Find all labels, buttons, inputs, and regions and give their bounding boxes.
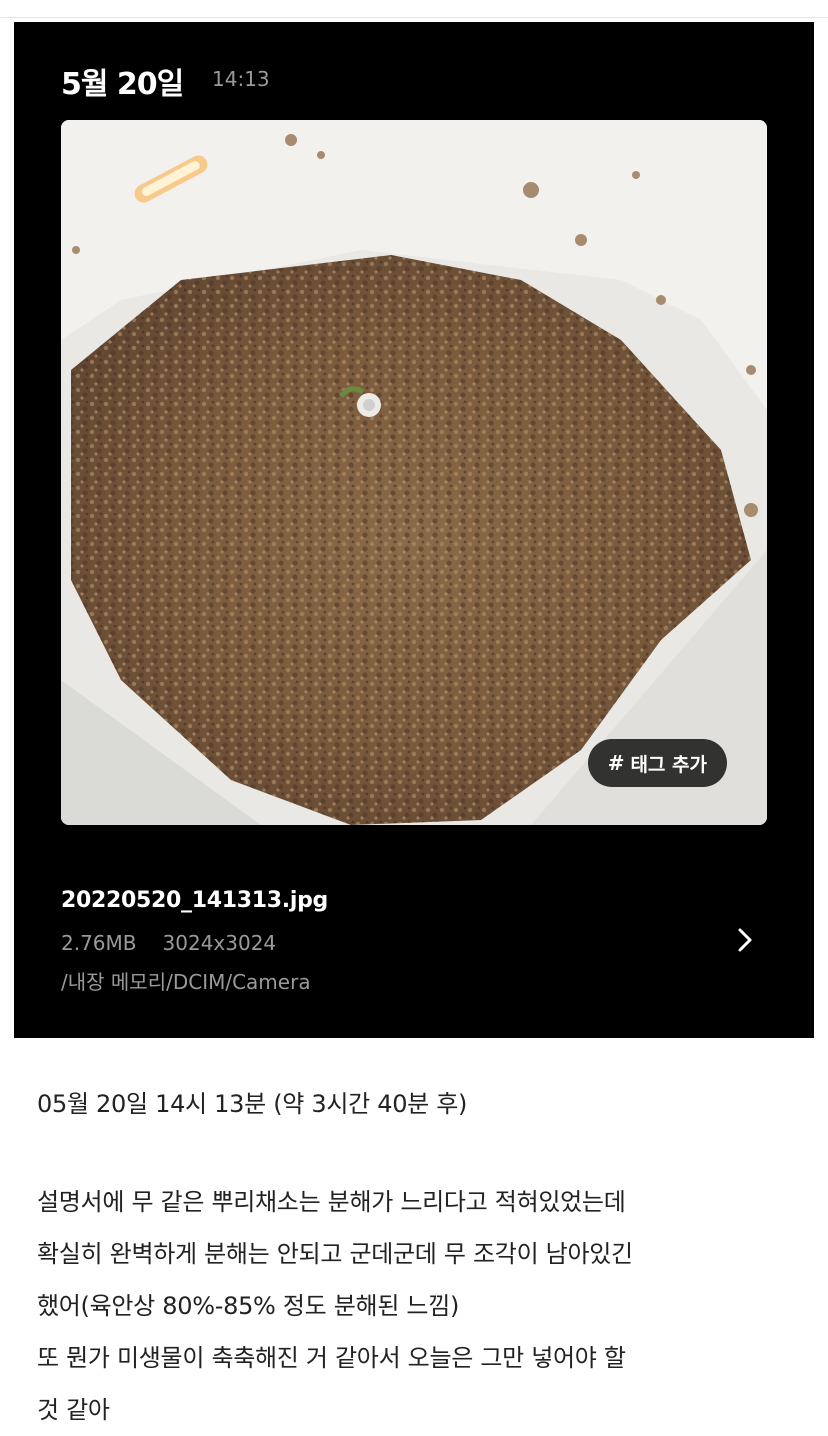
body-line: 설명서에 무 같은 뿌리채소는 분해가 느리다고 적혀있었는데	[37, 1188, 626, 1216]
photo-time: 14:13	[212, 67, 270, 91]
body-line: 또 뭔가 미생물이 축축해진 거 같아서 오늘은 그만 넣어야 할	[37, 1344, 626, 1372]
file-size: 2.76MB	[61, 931, 137, 955]
file-name: 20220520_141313.jpg	[61, 888, 329, 913]
file-path: /내장 메모리/DCIM/Camera	[61, 970, 311, 994]
add-tag-button[interactable]: # 태그 추가	[587, 739, 727, 787]
post-body: 설명서에 무 같은 뿌리채소는 분해가 느리다고 적혀있었는데 확실히 완벽하게…	[37, 1176, 797, 1436]
top-divider	[0, 17, 828, 18]
hash-icon: #	[607, 751, 625, 775]
photo-compost-bin[interactable]: # 태그 추가	[61, 120, 767, 825]
chevron-right-icon[interactable]	[729, 922, 761, 958]
compost-photo-illustration	[61, 120, 767, 825]
body-line: 확실히 완벽하게 분해는 안되고 군데군데 무 조각이 남아있긴	[37, 1240, 633, 1268]
photo-detail-card: 5월 20일 14:13 # 태그 추가 20220520_141313.jpg…	[14, 22, 814, 1038]
body-line: 했어(육안상 80%-85% 정도 분해된 느낌)	[37, 1292, 460, 1320]
add-tag-label: 태그 추가	[630, 753, 707, 776]
file-resolution: 3024x3024	[162, 931, 277, 955]
photo-date: 5월 20일	[61, 67, 184, 102]
post-caption: 05월 20일 14시 13분 (약 3시간 40분 후)	[37, 1090, 468, 1118]
body-line: 것 같아	[37, 1396, 110, 1424]
file-meta: 2.76MB 3024x3024	[61, 931, 276, 955]
